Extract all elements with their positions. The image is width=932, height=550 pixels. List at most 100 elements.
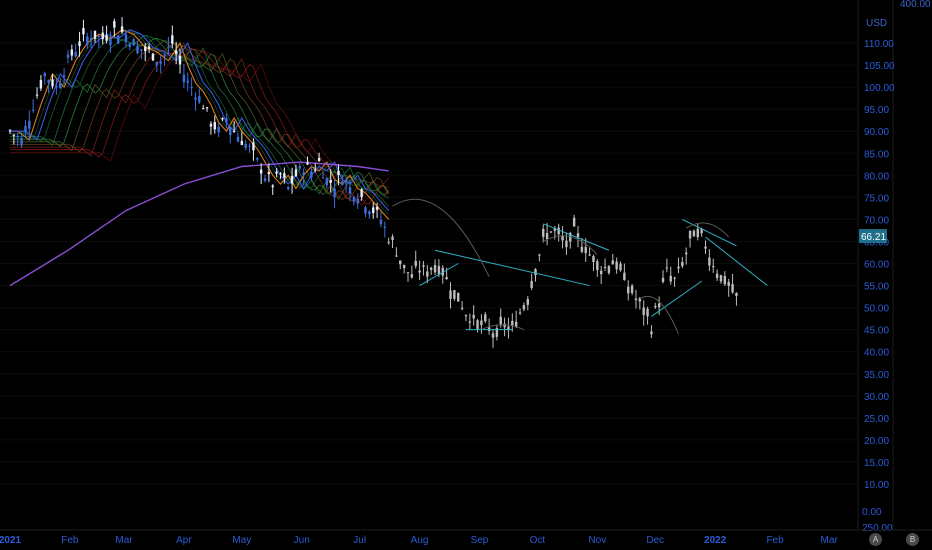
y-tick-label: 75.00	[864, 193, 889, 204]
candle-body	[410, 274, 414, 278]
candle-body	[623, 272, 626, 281]
candle-body	[124, 34, 128, 43]
y-tick-label: 55.00	[864, 282, 889, 293]
zero-label: 0.00	[862, 507, 882, 518]
auto-scale-button[interactable]: A	[869, 533, 882, 546]
candle-body	[337, 170, 340, 176]
candle-body	[375, 206, 379, 210]
candle-body	[8, 130, 12, 132]
candle-body	[31, 109, 35, 111]
candle-body	[511, 320, 514, 326]
candle-body	[259, 169, 263, 174]
candle-body	[650, 331, 653, 335]
candle-body	[35, 94, 39, 96]
candle-body	[592, 256, 595, 263]
y-tick-label: 25.00	[864, 414, 889, 425]
x-tick-label: 2021	[0, 535, 22, 546]
chart-background	[0, 0, 932, 550]
candle-body	[723, 276, 727, 285]
candle-body	[437, 266, 441, 275]
candle-body	[472, 314, 475, 319]
candle-body	[615, 261, 618, 270]
candle-body	[275, 171, 278, 174]
candle-body	[105, 35, 108, 41]
candle-body	[248, 145, 251, 147]
candle-body	[86, 36, 89, 45]
candle-body	[387, 242, 390, 244]
candle-body	[225, 118, 228, 123]
y-tick-label: 95.00	[864, 105, 889, 116]
candle-body	[422, 265, 425, 267]
candle-body	[89, 37, 93, 40]
candlestick-chart[interactable]: 10.00 15.00 20.00 25.00 30.00 35.00 40.00 45.00…	[0, 0, 932, 550]
candle-body	[545, 233, 549, 240]
candle-body	[78, 41, 81, 47]
x-tick-label: Nov	[588, 535, 606, 546]
candle-body	[379, 219, 383, 225]
candle-body	[240, 140, 244, 145]
y-tick-label: 20.00	[864, 436, 889, 447]
candle-body	[279, 173, 282, 175]
candle-body	[232, 130, 236, 132]
candle-body	[634, 298, 638, 301]
candle-body	[522, 305, 526, 310]
candle-body	[715, 273, 719, 279]
candle-body	[70, 49, 74, 56]
candle-body	[665, 267, 669, 269]
candle-body	[596, 261, 599, 271]
candle-body	[132, 39, 135, 46]
candle-body	[217, 126, 220, 133]
candle-body	[28, 120, 31, 129]
candle-body	[202, 108, 205, 110]
last-price-tag: 66.21	[859, 229, 887, 244]
candle-body	[731, 284, 734, 293]
candle-body	[360, 189, 363, 197]
candle-body	[464, 315, 468, 317]
time-axis[interactable]: 2021 Feb Mar Apr May Jun Jul Aug Sep Oct Nov Dec 202…	[0, 535, 838, 546]
candle-body	[236, 136, 240, 142]
y-tick-label: 80.00	[864, 171, 889, 182]
candle-body	[159, 61, 162, 64]
x-tick-label: Feb	[766, 535, 784, 546]
candle-body	[372, 207, 375, 214]
candle-body	[445, 277, 448, 279]
y-tick-label: 90.00	[864, 127, 889, 138]
candle-body	[12, 134, 16, 136]
candle-body	[93, 30, 97, 39]
y-tick-label: 100.00	[864, 83, 895, 94]
candle-body	[565, 240, 568, 248]
candle-body	[642, 307, 645, 315]
candle-body	[287, 187, 290, 190]
candle-body	[47, 80, 50, 83]
candle-body	[402, 264, 406, 269]
candle-body	[221, 118, 224, 120]
candle-body	[290, 176, 294, 184]
x-tick-label: Oct	[530, 535, 546, 546]
candle-body	[677, 266, 680, 269]
candle-body	[182, 74, 186, 83]
y-tick-label: 110.00	[864, 39, 894, 50]
y-tick-label: 40.00	[864, 348, 889, 359]
candle-body	[499, 316, 502, 326]
candle-body	[66, 54, 70, 58]
candle-body	[484, 314, 487, 322]
candle-body	[681, 261, 684, 267]
candle-body	[263, 178, 267, 181]
candle-body	[542, 228, 545, 237]
candle-body	[383, 226, 387, 228]
candle-body	[229, 126, 232, 136]
y-tick-label: 15.00	[864, 458, 889, 469]
candle-body	[406, 272, 410, 274]
secondary-axis-label: 400.00	[900, 0, 931, 10]
candle-body	[534, 269, 537, 276]
candle-body	[356, 198, 359, 204]
candle-body	[205, 107, 209, 109]
x-tick-label: Sep	[471, 535, 489, 546]
candle-body	[82, 28, 85, 35]
candle-body	[344, 180, 348, 183]
candle-body	[306, 162, 309, 165]
candle-body	[348, 187, 352, 194]
candle-body	[414, 260, 417, 267]
log-scale-button[interactable]: B	[906, 533, 919, 546]
candle-body	[51, 79, 54, 87]
